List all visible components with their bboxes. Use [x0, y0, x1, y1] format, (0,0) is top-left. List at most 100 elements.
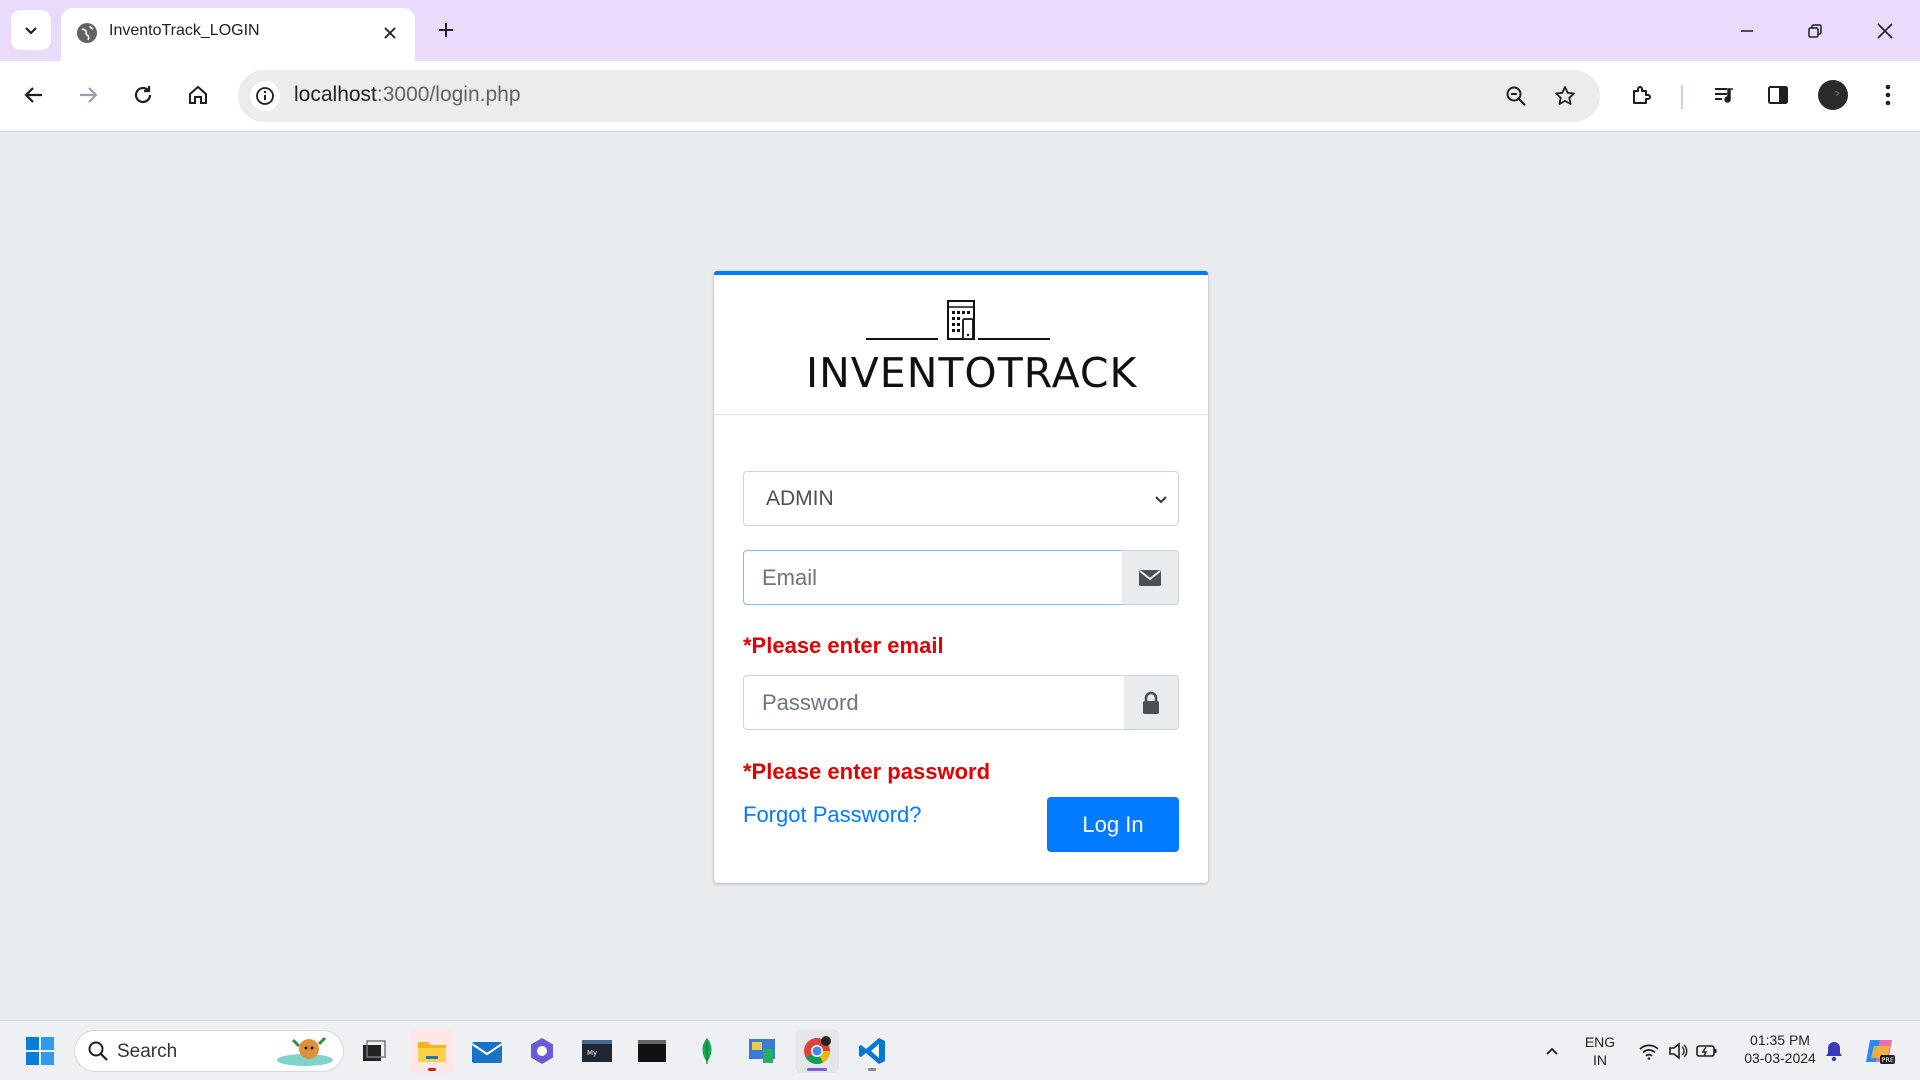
puzzle-icon [1633, 86, 1651, 104]
mail-icon [471, 1042, 503, 1063]
restore-button[interactable] [1792, 8, 1838, 54]
arrow-right-icon [80, 87, 98, 103]
tab-search-button[interactable] [11, 10, 51, 50]
password-input-group [743, 675, 1179, 730]
password-input[interactable] [743, 675, 1125, 730]
side-panel-icon [1768, 86, 1788, 104]
arrow-left-icon [24, 87, 42, 103]
task-view-button[interactable] [352, 1029, 396, 1073]
zoom-button[interactable] [1501, 81, 1531, 111]
site-info-icon[interactable] [250, 81, 280, 111]
url-host: localhost [294, 83, 377, 106]
browser-tab-active[interactable]: InventoTrack_LOGIN [61, 8, 415, 61]
more-vertical-icon [1885, 84, 1891, 106]
close-icon [1877, 23, 1893, 39]
queue-music-icon [1715, 88, 1733, 103]
wifi-icon [1639, 1044, 1659, 1060]
folder-icon [418, 1042, 446, 1062]
quick-settings-button[interactable] [1628, 1029, 1728, 1073]
browser-tab-strip: InventoTrack_LOGIN [0, 0, 1920, 61]
svg-text:PRE: PRE [1882, 1056, 1895, 1064]
browser-menu-button[interactable] [1868, 75, 1908, 115]
taskbar-file-explorer[interactable] [410, 1029, 454, 1073]
language-code: ENG [1584, 1034, 1616, 1050]
globe-icon [77, 23, 97, 43]
taskbar-mysql-workbench[interactable]: My [575, 1029, 619, 1073]
address-bar[interactable]: localhost:3000/login.php [238, 70, 1600, 122]
vscode-icon [859, 1038, 885, 1064]
inventotrack-logo: INVENTOTRACK [806, 299, 1136, 397]
forward-button[interactable] [68, 75, 108, 115]
email-input[interactable] [743, 550, 1123, 605]
building-icon [866, 300, 1050, 340]
media-control-button[interactable] [1704, 75, 1744, 115]
active-indicator [428, 1068, 436, 1071]
restore-icon [1808, 24, 1822, 38]
forgot-password-link[interactable]: Forgot Password? [743, 802, 922, 828]
minimize-button[interactable] [1724, 8, 1770, 54]
bell-icon [1826, 1042, 1842, 1062]
svg-text:My: My [587, 1049, 597, 1057]
zoom-out-icon [1506, 86, 1526, 106]
task-view-icon [363, 1040, 386, 1061]
reload-button[interactable] [123, 75, 163, 115]
url-text[interactable]: localhost:3000/login.php [294, 83, 521, 107]
taskbar-control-panel[interactable] [740, 1029, 784, 1073]
password-error: *Please enter password [743, 759, 991, 784]
close-window-button[interactable] [1862, 8, 1908, 54]
input-language[interactable]: ENG IN [1582, 1033, 1618, 1069]
start-button[interactable] [18, 1029, 62, 1073]
search-highlight-icon [277, 1036, 333, 1066]
tab-title: InventoTrack_LOGIN [109, 22, 260, 39]
chevron-down-icon [25, 27, 37, 35]
role-select[interactable]: ADMIN [743, 471, 1179, 526]
windows-logo-icon [26, 1037, 54, 1065]
lock-icon [1143, 691, 1159, 714]
extensions-button[interactable] [1622, 75, 1662, 115]
region-code: IN [1593, 1052, 1607, 1068]
taskbar-copilot-app[interactable] [520, 1029, 564, 1073]
volume-icon [1669, 1042, 1688, 1060]
tab-close-button[interactable] [377, 20, 403, 46]
taskbar-chrome[interactable] [795, 1029, 839, 1073]
copilot-icon: PRE [1866, 1040, 1895, 1064]
taskbar-terminal[interactable] [630, 1029, 674, 1073]
browser-toolbar: localhost:3000/login.php [0, 61, 1920, 132]
plus-icon [439, 23, 453, 37]
side-panel-button[interactable] [1758, 75, 1798, 115]
info-icon [256, 87, 274, 105]
taskbar-search[interactable]: Search [74, 1030, 344, 1072]
email-error: *Please enter email [743, 633, 944, 658]
taskbar-mongodb-compass[interactable] [685, 1029, 729, 1073]
login-card-header: INVENTOTRACK [714, 275, 1208, 415]
chrome-icon [804, 1036, 831, 1064]
battery-charging-icon [1696, 1045, 1717, 1057]
copilot-button[interactable]: PRE [1858, 1029, 1902, 1073]
hexagon-app-icon [531, 1038, 553, 1064]
search-icon [88, 1041, 108, 1061]
role-select-value: ADMIN [766, 487, 834, 510]
database-window-icon: My [582, 1040, 612, 1062]
close-icon [384, 27, 396, 39]
page-viewport: INVENTOTRACK ADMIN *Please enter email *… [0, 132, 1920, 1020]
url-path: :3000/login.php [376, 83, 521, 106]
back-button[interactable] [14, 75, 54, 115]
terminal-icon [638, 1040, 666, 1062]
home-button[interactable] [178, 75, 218, 115]
running-indicator [868, 1068, 876, 1071]
show-hidden-icons-button[interactable] [1530, 1029, 1574, 1073]
login-button[interactable]: Log In [1047, 797, 1179, 852]
active-indicator [807, 1068, 827, 1071]
notifications-button[interactable] [1812, 1029, 1856, 1073]
new-tab-button[interactable] [428, 12, 464, 48]
bookmark-button[interactable] [1550, 81, 1580, 111]
avatar-icon [1818, 80, 1848, 110]
minimize-icon [1741, 30, 1753, 32]
email-input-group [743, 550, 1179, 605]
reload-icon [134, 86, 152, 104]
taskbar-mail[interactable] [465, 1029, 509, 1073]
profile-button[interactable] [1813, 75, 1853, 115]
star-icon [1555, 86, 1575, 105]
taskbar-vscode[interactable] [850, 1029, 894, 1073]
taskbar-search-label: Search [117, 1041, 178, 1062]
